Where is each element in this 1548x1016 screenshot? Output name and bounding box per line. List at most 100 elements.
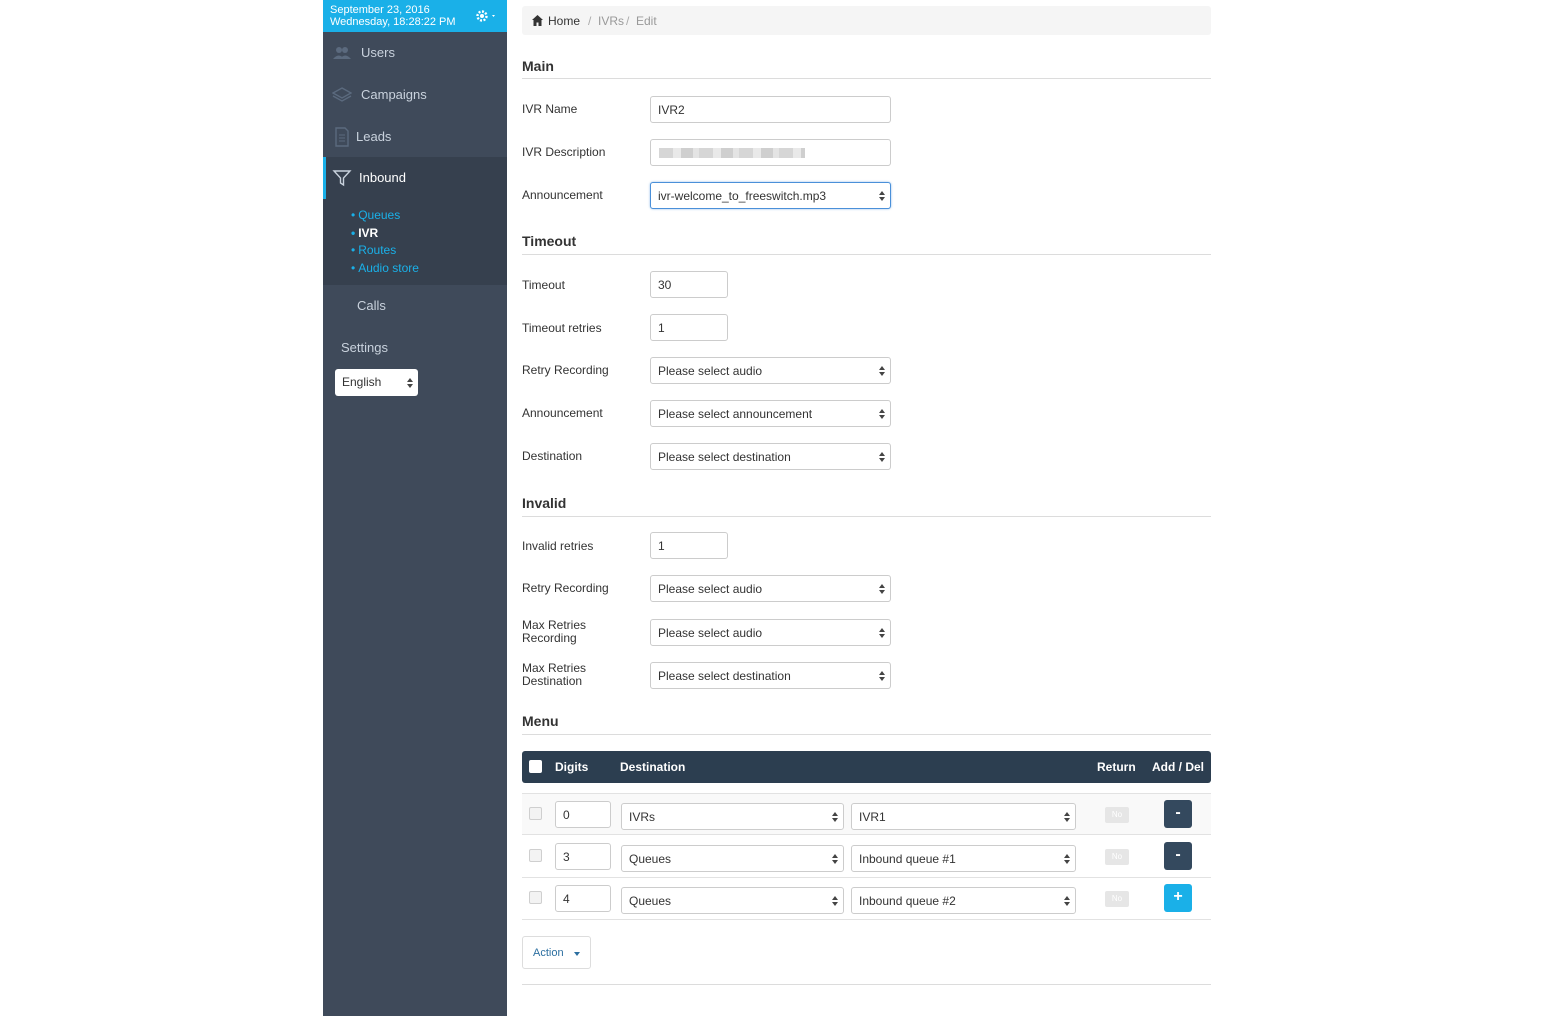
submenu-item-ivr[interactable]: • IVR: [351, 226, 378, 240]
select-arrows-icon: [879, 583, 885, 594]
destination-type-select[interactable]: IVRs: [621, 803, 844, 830]
table-row: 3 Queues Inbound queue #1 No -: [522, 836, 1211, 878]
divider: [522, 254, 1211, 255]
breadcrumb-home[interactable]: Home: [548, 14, 580, 28]
return-toggle[interactable]: No: [1105, 849, 1129, 865]
input-value: 3: [563, 850, 570, 864]
divider: [522, 516, 1211, 517]
breadcrumb-ivrs[interactable]: IVRs: [598, 14, 624, 28]
submenu-item-routes[interactable]: • Routes: [351, 243, 396, 257]
destination-target-select[interactable]: Inbound queue #1: [851, 845, 1076, 872]
menu-table-header: Digits Destination Return Add / Del: [522, 751, 1211, 783]
button-label: Action: [533, 947, 564, 959]
layers-icon: [332, 87, 352, 102]
action-dropdown-button[interactable]: Action: [522, 936, 591, 969]
label-line: Destination: [522, 674, 583, 688]
date-label: September 23, 2016: [330, 4, 430, 16]
column-header-digits: Digits: [555, 760, 589, 774]
add-row-button[interactable]: +: [1164, 884, 1192, 912]
submenu-item-audio-store[interactable]: • Audio store: [351, 261, 419, 275]
timeout-label: Timeout: [522, 278, 565, 292]
row-checkbox[interactable]: [529, 891, 542, 904]
sidebar-item-label: Inbound: [359, 170, 406, 185]
timeout-retries-input[interactable]: 1: [650, 314, 728, 341]
select-arrows-icon: [407, 377, 413, 388]
announcement-select[interactable]: ivr-welcome_to_freeswitch.mp3: [650, 182, 891, 209]
destination-target-select[interactable]: IVR1: [851, 803, 1076, 830]
select-arrows-icon: [1064, 853, 1070, 864]
destination-type-select[interactable]: Queues: [621, 887, 844, 914]
select-value: Please select audio: [658, 626, 763, 640]
return-toggle[interactable]: No: [1105, 807, 1129, 823]
select-value: Queues: [629, 894, 672, 908]
select-arrows-icon: [879, 408, 885, 419]
row-checkbox[interactable]: [529, 807, 542, 820]
max-retries-destination-label: Max Retries Destination: [522, 662, 586, 688]
datetime-label: Wednesday, 18:28:22 PM: [330, 16, 456, 28]
submenu-label: Audio store: [358, 261, 419, 275]
announcement-label: Announcement: [522, 188, 603, 202]
digit-input[interactable]: 0: [555, 801, 611, 828]
select-value: Please select audio: [658, 582, 763, 596]
timeout-announcement-label: Announcement: [522, 406, 603, 420]
submenu-label: Routes: [358, 243, 397, 257]
digit-input[interactable]: 4: [555, 885, 611, 912]
ivr-name-input[interactable]: IVR2: [650, 96, 891, 123]
section-title-main: Main: [522, 58, 554, 74]
breadcrumb-separator: /: [626, 14, 630, 28]
timeout-retries-label: Timeout retries: [522, 321, 602, 335]
delete-row-button[interactable]: -: [1164, 842, 1192, 870]
home-icon: [532, 15, 543, 26]
date-bar: September 23, 2016 Wednesday, 18:28:22 P…: [323, 0, 507, 32]
timeout-announcement-select[interactable]: Please select announcement: [650, 400, 891, 427]
sidebar-item-label: Users: [361, 45, 395, 60]
max-retries-destination-select[interactable]: Please select destination: [650, 662, 891, 689]
timeout-retry-recording-select[interactable]: Please select audio: [650, 357, 891, 384]
sidebar-item-campaigns[interactable]: Campaigns: [323, 74, 507, 116]
max-retries-recording-select[interactable]: Please select audio: [650, 619, 891, 646]
select-value: IVR1: [859, 810, 886, 824]
section-title-timeout: Timeout: [522, 233, 577, 249]
gear-icon[interactable]: [475, 9, 499, 23]
sidebar-item-leads[interactable]: Leads: [323, 116, 507, 158]
delete-row-button[interactable]: -: [1164, 800, 1192, 828]
select-value: Please select destination: [658, 450, 791, 464]
ivr-description-input[interactable]: [650, 139, 891, 166]
select-value: Queues: [629, 852, 672, 866]
invalid-retries-input[interactable]: 1: [650, 532, 728, 559]
label-line: Recording: [522, 631, 577, 645]
select-arrows-icon: [879, 451, 885, 462]
caret-down-icon: [574, 952, 580, 956]
divider: [522, 78, 1211, 79]
submenu-label: IVR: [358, 226, 379, 240]
destination-type-select[interactable]: Queues: [621, 845, 844, 872]
timeout-destination-select[interactable]: Please select destination: [650, 443, 891, 470]
sidebar-item-label: Campaigns: [361, 87, 427, 102]
select-arrows-icon: [1064, 811, 1070, 822]
submenu-item-queues[interactable]: • Queues: [351, 208, 400, 222]
destination-target-select[interactable]: Inbound queue #2: [851, 887, 1076, 914]
select-arrows-icon: [879, 190, 885, 201]
max-retries-recording-label: Max Retries Recording: [522, 619, 586, 645]
column-header-return: Return: [1097, 760, 1136, 774]
timeout-input[interactable]: 30: [650, 271, 728, 298]
select-all-checkbox[interactable]: [529, 760, 542, 773]
digit-input[interactable]: 3: [555, 843, 611, 870]
section-title-invalid: Invalid: [522, 495, 567, 511]
return-toggle[interactable]: No: [1105, 891, 1129, 907]
select-arrows-icon: [879, 365, 885, 376]
select-arrows-icon: [1064, 895, 1070, 906]
sidebar-item-inbound[interactable]: Inbound: [323, 157, 507, 199]
table-row: 4 Queues Inbound queue #2 No +: [522, 878, 1211, 920]
select-arrows-icon: [832, 895, 838, 906]
breadcrumb-edit: Edit: [636, 14, 657, 28]
row-checkbox[interactable]: [529, 849, 542, 862]
invalid-retry-recording-label: Retry Recording: [522, 581, 609, 595]
input-value: 1: [658, 321, 665, 335]
sidebar-item-users[interactable]: Users: [323, 32, 507, 74]
sidebar-item-calls[interactable]: Calls: [323, 285, 507, 327]
sidebar-item-settings[interactable]: Settings: [323, 327, 507, 369]
language-select[interactable]: English: [335, 369, 418, 396]
timeout-destination-label: Destination: [522, 449, 583, 463]
invalid-retry-recording-select[interactable]: Please select audio: [650, 575, 891, 602]
